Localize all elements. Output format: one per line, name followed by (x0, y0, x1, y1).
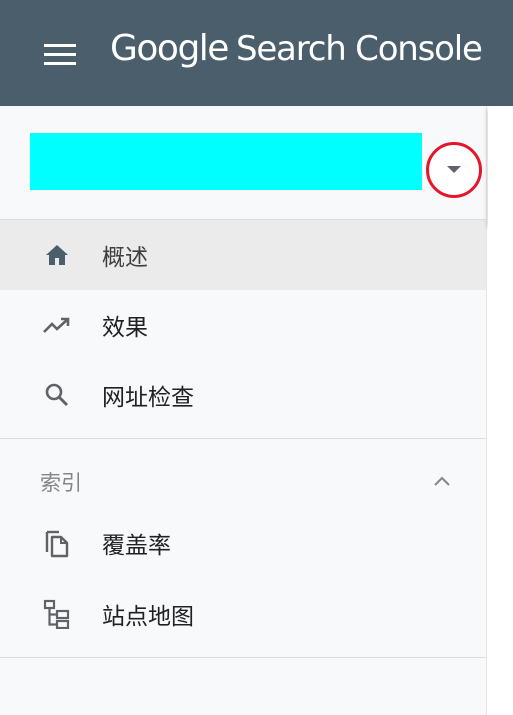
logo-product-text: Search Console (235, 29, 483, 69)
nav-item-overview[interactable]: 概述 (0, 220, 486, 290)
sitemap-icon (42, 599, 72, 629)
product-logo[interactable]: Google Search Console (110, 28, 483, 69)
property-dropdown-button[interactable] (426, 142, 482, 198)
logo-google-text: Google (110, 28, 229, 69)
property-selector-row (0, 106, 486, 220)
chevron-up-icon[interactable] (428, 467, 456, 495)
navigation-drawer: 概述 效果 网址检查 索引 覆盖率 站点地图 (0, 106, 487, 715)
nav-item-label: 效果 (102, 315, 148, 341)
nav-item-url-inspection[interactable]: 网址检查 (0, 360, 486, 430)
trending-up-icon (42, 310, 72, 340)
home-icon (42, 240, 72, 270)
nav-item-label: 概述 (102, 245, 148, 271)
property-selector[interactable] (30, 133, 422, 190)
nav-item-performance[interactable]: 效果 (0, 290, 486, 360)
nav-item-sitemaps[interactable]: 站点地图 (0, 579, 486, 649)
nav-item-label: 站点地图 (102, 604, 194, 630)
content-area (488, 224, 513, 715)
copy-pages-icon (42, 528, 72, 558)
nav-item-label: 覆盖率 (102, 533, 171, 559)
search-icon (42, 380, 72, 410)
content-card (488, 106, 513, 224)
search-console-app: Google Search Console 概述 效果 网址检查 索引 覆盖率 … (0, 0, 513, 715)
hamburger-menu-icon[interactable] (40, 36, 80, 72)
index-nav: 覆盖率 站点地图 (0, 507, 486, 649)
nav-item-label: 网址检查 (102, 385, 194, 411)
main-nav: 概述 效果 网址检查 (0, 220, 486, 430)
nav-item-coverage[interactable]: 覆盖率 (0, 507, 486, 579)
section-divider (0, 657, 486, 658)
index-section-title: 索引 (40, 471, 82, 495)
top-app-bar: Google Search Console (0, 0, 513, 106)
dropdown-arrow-icon (447, 166, 461, 173)
